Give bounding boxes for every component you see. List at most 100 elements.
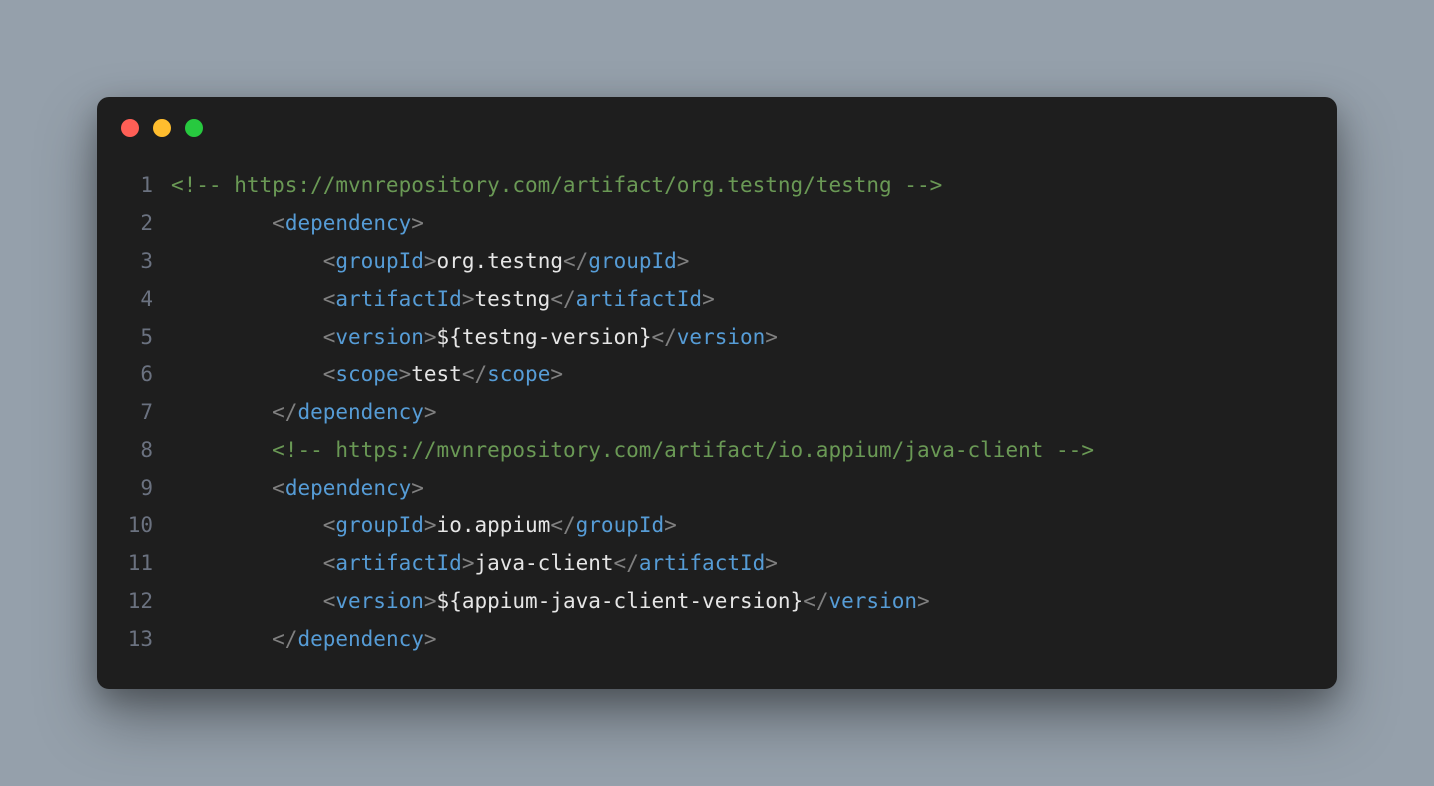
- code-token: </: [803, 589, 828, 613]
- code-token: groupId: [335, 249, 424, 273]
- line-content: <groupId>io.appium</groupId>: [171, 507, 1313, 545]
- code-token: testng: [474, 287, 550, 311]
- line-number: 4: [121, 281, 171, 319]
- code-token: <: [323, 249, 336, 273]
- code-token: </: [563, 249, 588, 273]
- code-line: 9 <dependency>: [121, 470, 1313, 508]
- code-token: artifactId: [335, 551, 461, 575]
- code-line: 3 <groupId>org.testng</groupId>: [121, 243, 1313, 281]
- code-token: version: [829, 589, 918, 613]
- line-number: 8: [121, 432, 171, 470]
- code-token: >: [399, 362, 412, 386]
- line-number: 6: [121, 356, 171, 394]
- code-line: 7 </dependency>: [121, 394, 1313, 432]
- code-token: <!-- https://mvnrepository.com/artifact/…: [171, 173, 942, 197]
- code-line: 12 <version>${appium-java-client-version…: [121, 583, 1313, 621]
- code-window: 1<!-- https://mvnrepository.com/artifact…: [97, 97, 1337, 688]
- line-number: 3: [121, 243, 171, 281]
- line-content: </dependency>: [171, 621, 1313, 659]
- code-token: </: [272, 400, 297, 424]
- code-token: >: [702, 287, 715, 311]
- code-token: >: [677, 249, 690, 273]
- code-token: >: [424, 627, 437, 651]
- line-number: 2: [121, 205, 171, 243]
- line-content: <artifactId>java-client</artifactId>: [171, 545, 1313, 583]
- code-token: artifactId: [576, 287, 702, 311]
- code-line: 6 <scope>test</scope>: [121, 356, 1313, 394]
- code-token: >: [411, 211, 424, 235]
- code-token: >: [424, 400, 437, 424]
- code-token: java-client: [474, 551, 613, 575]
- line-number: 1: [121, 167, 171, 205]
- code-token: <: [272, 476, 285, 500]
- code-line: 11 <artifactId>java-client</artifactId>: [121, 545, 1313, 583]
- code-token: >: [462, 287, 475, 311]
- code-token: version: [335, 589, 424, 613]
- code-token: <: [323, 551, 336, 575]
- code-token: ${appium-java-client-version}: [437, 589, 804, 613]
- line-number: 13: [121, 621, 171, 659]
- code-token: </: [651, 325, 676, 349]
- line-number: 12: [121, 583, 171, 621]
- code-token: >: [765, 325, 778, 349]
- code-token: io.appium: [437, 513, 551, 537]
- code-token: dependency: [285, 211, 411, 235]
- code-token: <: [323, 589, 336, 613]
- line-content: <version>${appium-java-client-version}</…: [171, 583, 1313, 621]
- code-token: </: [462, 362, 487, 386]
- code-token: version: [335, 325, 424, 349]
- line-content: </dependency>: [171, 394, 1313, 432]
- code-line: 10 <groupId>io.appium</groupId>: [121, 507, 1313, 545]
- line-content: <dependency>: [171, 470, 1313, 508]
- code-token: artifactId: [335, 287, 461, 311]
- code-token: >: [424, 513, 437, 537]
- code-token: <: [272, 211, 285, 235]
- code-token: test: [411, 362, 462, 386]
- code-token: <: [323, 513, 336, 537]
- line-content: <!-- https://mvnrepository.com/artifact/…: [171, 167, 1313, 205]
- code-token: ${testng-version}: [437, 325, 652, 349]
- close-dot[interactable]: [121, 119, 139, 137]
- code-token: >: [917, 589, 930, 613]
- code-token: >: [411, 476, 424, 500]
- code-line: 1<!-- https://mvnrepository.com/artifact…: [121, 167, 1313, 205]
- maximize-dot[interactable]: [185, 119, 203, 137]
- code-editor[interactable]: 1<!-- https://mvnrepository.com/artifact…: [97, 149, 1337, 688]
- line-number: 9: [121, 470, 171, 508]
- line-content: <groupId>org.testng</groupId>: [171, 243, 1313, 281]
- code-token: dependency: [297, 400, 423, 424]
- line-content: <!-- https://mvnrepository.com/artifact/…: [171, 432, 1313, 470]
- code-line: 4 <artifactId>testng</artifactId>: [121, 281, 1313, 319]
- code-token: groupId: [588, 249, 677, 273]
- code-token: >: [424, 249, 437, 273]
- minimize-dot[interactable]: [153, 119, 171, 137]
- code-token: scope: [487, 362, 550, 386]
- line-content: <version>${testng-version}</version>: [171, 319, 1313, 357]
- code-token: >: [424, 589, 437, 613]
- code-token: dependency: [297, 627, 423, 651]
- line-number: 10: [121, 507, 171, 545]
- code-token: >: [424, 325, 437, 349]
- code-token: <: [323, 362, 336, 386]
- code-token: groupId: [576, 513, 665, 537]
- line-content: <dependency>: [171, 205, 1313, 243]
- code-token: org.testng: [437, 249, 563, 273]
- code-token: >: [664, 513, 677, 537]
- code-token: version: [677, 325, 766, 349]
- code-token: </: [614, 551, 639, 575]
- code-line: 5 <version>${testng-version}</version>: [121, 319, 1313, 357]
- code-token: >: [765, 551, 778, 575]
- code-line: 13 </dependency>: [121, 621, 1313, 659]
- line-number: 5: [121, 319, 171, 357]
- code-token: <!-- https://mvnrepository.com/artifact/…: [272, 438, 1094, 462]
- code-token: artifactId: [639, 551, 765, 575]
- window-titlebar: [97, 97, 1337, 149]
- line-number: 11: [121, 545, 171, 583]
- code-token: >: [550, 362, 563, 386]
- code-token: scope: [335, 362, 398, 386]
- code-token: dependency: [285, 476, 411, 500]
- code-line: 8 <!-- https://mvnrepository.com/artifac…: [121, 432, 1313, 470]
- code-token: >: [462, 551, 475, 575]
- code-token: <: [323, 325, 336, 349]
- code-token: </: [272, 627, 297, 651]
